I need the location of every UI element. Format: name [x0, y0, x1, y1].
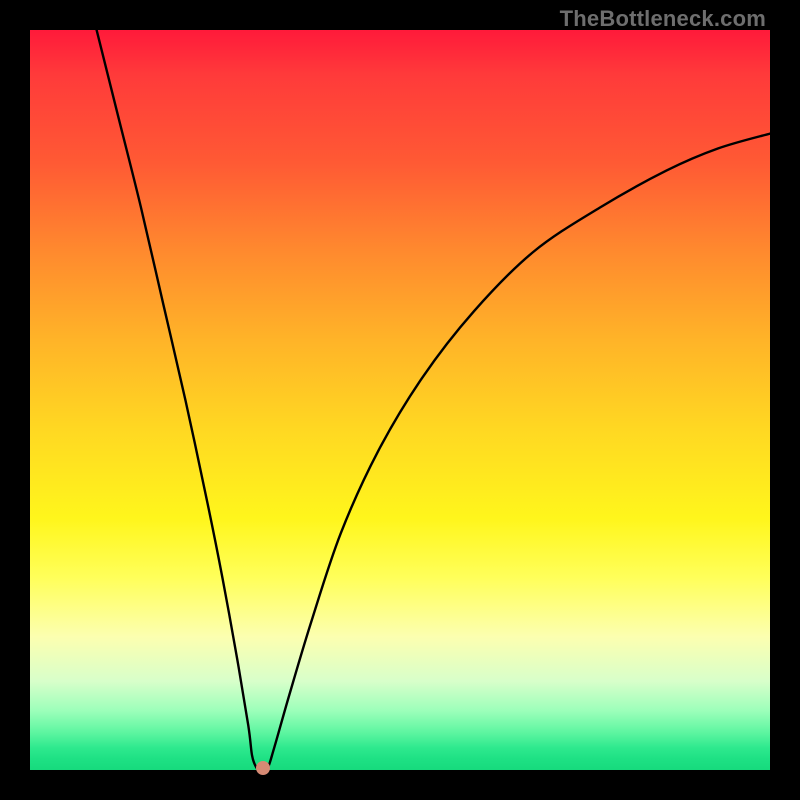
watermark-text: TheBottleneck.com — [560, 6, 766, 32]
plot-area — [30, 30, 770, 770]
chart-frame — [30, 30, 770, 770]
bottleneck-curve — [30, 30, 770, 770]
minimum-marker-dot — [256, 761, 270, 775]
